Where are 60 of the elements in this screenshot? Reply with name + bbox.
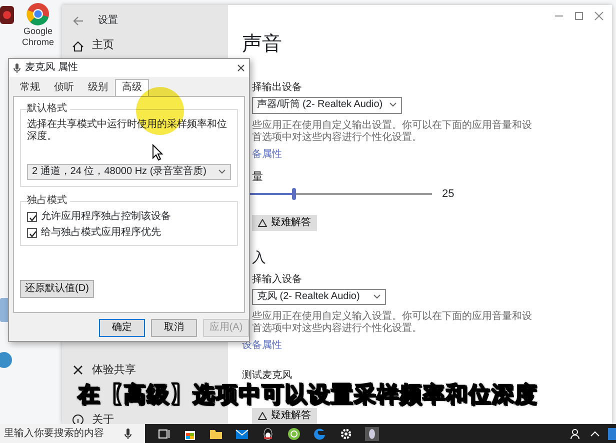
shortcut-label: Google Chrome [20, 26, 55, 48]
description-text: 些应用正在使用自定义输入设置。你可以在下面的应用音量和设 首选项中对这些内容进行个性化设置。 [252, 311, 533, 336]
chevron-icon [373, 294, 381, 300]
sidebar-item[interactable]: 体验共享 [72, 364, 218, 377]
window-title: 设置 [98, 15, 118, 27]
volume-slider[interactable] [248, 188, 432, 200]
task-view-icon[interactable] [157, 426, 171, 440]
penguin-icon[interactable] [261, 426, 275, 440]
chrome-icon[interactable] [26, 2, 50, 26]
app-icon[interactable] [365, 426, 379, 440]
chevron-icon [388, 102, 397, 108]
cross-icon [72, 364, 84, 376]
dialog-button[interactable]: 取消 [151, 319, 197, 337]
checkbox-label: 允许应用程序独占控制该设备 [41, 211, 171, 223]
field-label: 择输出设备 [252, 82, 303, 94]
volume-label: 量 [252, 170, 264, 184]
description-text: 些应用正在使用自定义输出设置。你可以在下面的应用音量和设 首选项中对这些内容进行个性化设置。 [252, 120, 533, 144]
back-icon[interactable] [72, 16, 84, 26]
home-icon [72, 40, 84, 52]
checkbox[interactable] [27, 228, 37, 238]
tab[interactable]: 侦听 [47, 79, 81, 96]
dialog-button[interactable]: 确定 [99, 319, 145, 337]
page-title: 声音 [242, 32, 283, 56]
device-dropdown[interactable]: 声器/听筒 (2- Realtek Audio) [252, 97, 402, 114]
sidebar-item[interactable]: 主页 [72, 39, 218, 52]
maximize-icon[interactable] [574, 11, 584, 21]
field-label: 择输入设备 [252, 274, 303, 286]
tab[interactable]: 级别 [81, 79, 115, 96]
sidebar-item[interactable]: 关于 [72, 414, 218, 424]
dialog-title: 麦克风 属性 [25, 62, 79, 74]
restore-defaults-button[interactable]: 还原默认值(D) [20, 280, 94, 298]
pointer-icon [152, 144, 163, 161]
caret-up-icon[interactable] [590, 430, 600, 438]
tab[interactable]: 常规 [13, 79, 47, 96]
close-icon[interactable] [237, 64, 245, 72]
gear-icon[interactable] [339, 426, 353, 440]
checkbox[interactable] [27, 212, 37, 222]
warning-icon [258, 412, 267, 420]
volume-value: 25 [442, 188, 454, 201]
format-dropdown[interactable]: 2 通道，24 位，48000 Hz (录音室音质) [27, 164, 231, 180]
section-heading: 入 [252, 248, 267, 266]
troubleshoot-button[interactable]: 疑难解答 [252, 408, 317, 424]
test-label: 测试麦克风 [242, 370, 293, 382]
group-heading: 独占模式 [27, 195, 70, 207]
app-icon[interactable] [0, 4, 14, 26]
chevron-icon [218, 169, 226, 175]
slider-thumb[interactable] [292, 188, 296, 200]
checkbox-label: 给与独占模式应用程序优先 [41, 227, 161, 239]
device-dropdown[interactable]: 克风 (2- Realtek Audio) [252, 288, 386, 306]
group-heading: 默认格式 [27, 103, 70, 115]
troubleshoot-button[interactable]: 疑难解答 [252, 214, 317, 231]
people-icon[interactable] [570, 428, 582, 440]
subtitle: 在【高级】选项中可以设置采样频率和位深度 [76, 382, 539, 408]
microphone-icon[interactable] [124, 428, 132, 440]
tab[interactable]: 高级 [115, 79, 149, 96]
info-icon [72, 414, 84, 424]
mail-icon[interactable] [235, 426, 249, 440]
microphone-icon [13, 63, 21, 73]
warning-icon [258, 218, 267, 227]
device-properties-link[interactable]: 备属性 [252, 148, 282, 161]
